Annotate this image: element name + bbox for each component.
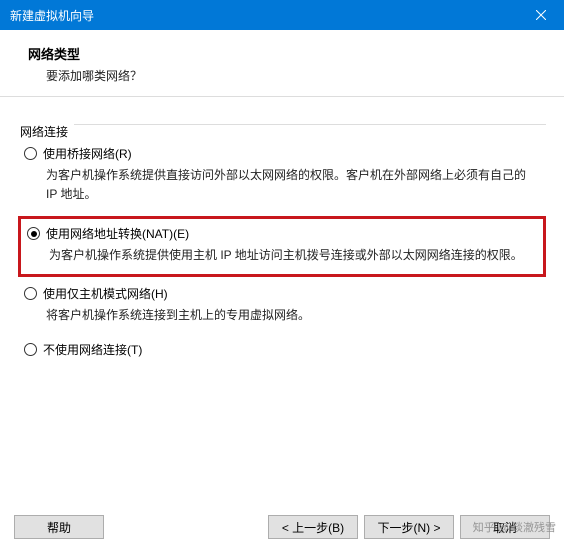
radio-line[interactable]: 使用仅主机模式网络(H) bbox=[24, 285, 540, 302]
radio-description: 将客户机操作系统连接到主机上的专用虚拟网络。 bbox=[46, 306, 540, 325]
radio-label: 使用网络地址转换(NAT)(E) bbox=[46, 225, 189, 242]
radio-option-2: 使用仅主机模式网络(H) 将客户机操作系统连接到主机上的专用虚拟网络。 bbox=[18, 279, 546, 335]
radio-line[interactable]: 使用网络地址转换(NAT)(E) bbox=[27, 225, 537, 242]
radio-description: 为客户机操作系统提供直接访问外部以太网网络的权限。客户机在外部网络上必须有自己的… bbox=[46, 166, 540, 204]
network-fieldset: 使用桥接网络(R) 为客户机操作系统提供直接访问外部以太网网络的权限。客户机在外部… bbox=[18, 124, 546, 368]
close-button[interactable] bbox=[518, 0, 564, 30]
radio-input[interactable] bbox=[24, 343, 37, 356]
page-title: 网络类型 bbox=[28, 44, 542, 63]
window-title: 新建虚拟机向导 bbox=[10, 7, 518, 24]
radio-option-1: 使用网络地址转换(NAT)(E) 为客户机操作系统提供使用主机 IP 地址访问主机… bbox=[18, 216, 546, 276]
next-button[interactable]: 下一步(N) > bbox=[364, 515, 454, 539]
fieldset-legend: 网络连接 bbox=[20, 125, 68, 139]
help-button[interactable]: 帮助 bbox=[14, 515, 104, 539]
cancel-button[interactable]: 取消 bbox=[460, 515, 550, 539]
button-bar: 帮助 < 上一步(B) 下一步(N) > 取消 bbox=[0, 515, 564, 539]
radio-label: 不使用网络连接(T) bbox=[43, 341, 142, 358]
back-button[interactable]: < 上一步(B) bbox=[268, 515, 358, 539]
radio-group: 使用桥接网络(R) 为客户机操作系统提供直接访问外部以太网网络的权限。客户机在外部… bbox=[18, 139, 546, 368]
radio-option-0: 使用桥接网络(R) 为客户机操作系统提供直接访问外部以太网网络的权限。客户机在外部… bbox=[18, 139, 546, 214]
radio-label: 使用仅主机模式网络(H) bbox=[43, 285, 168, 302]
radio-line[interactable]: 使用桥接网络(R) bbox=[24, 145, 540, 162]
radio-input[interactable] bbox=[24, 287, 37, 300]
page-subtitle: 要添加哪类网络？ bbox=[46, 67, 542, 84]
wizard-header: 网络类型 要添加哪类网络？ bbox=[0, 30, 564, 97]
titlebar: 新建虚拟机向导 bbox=[0, 0, 564, 30]
radio-label: 使用桥接网络(R) bbox=[43, 145, 132, 162]
radio-option-3: 不使用网络连接(T) bbox=[18, 335, 546, 368]
close-icon bbox=[536, 10, 546, 20]
radio-input[interactable] bbox=[27, 227, 40, 240]
content-area: 网络连接 使用桥接网络(R) 为客户机操作系统提供直接访问外部以太网网络的权限。客… bbox=[0, 97, 564, 378]
radio-line[interactable]: 不使用网络连接(T) bbox=[24, 341, 540, 358]
radio-description: 为客户机操作系统提供使用主机 IP 地址访问主机拨号连接或外部以太网网络连接的权… bbox=[49, 246, 537, 265]
radio-input[interactable] bbox=[24, 147, 37, 160]
